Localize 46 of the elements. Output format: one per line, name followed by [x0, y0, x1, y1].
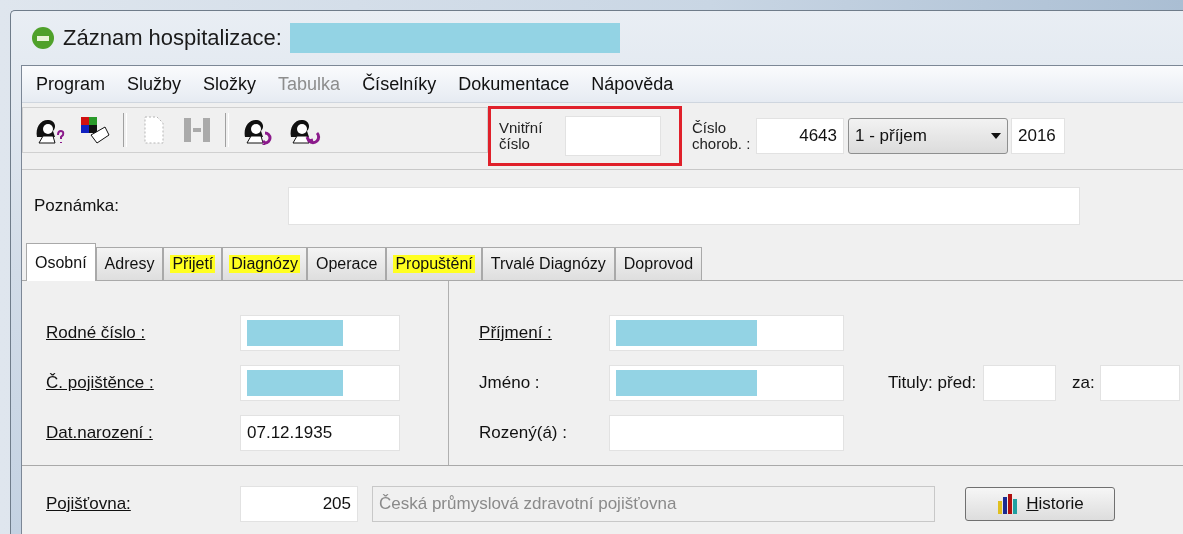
color-card-icon[interactable] — [79, 115, 111, 145]
field-label: Vnitřní číslo — [499, 120, 544, 152]
field-label: Rozený(á) : — [479, 423, 568, 443]
field-label: Dat.narození : — [46, 423, 154, 443]
tab[interactable]: Trvalé Diagnózy — [481, 247, 615, 280]
text-field[interactable]: 07.12.1935 — [240, 415, 400, 451]
text-field[interactable] — [240, 315, 400, 351]
menu-item[interactable]: Číselníky — [362, 73, 437, 95]
field-value: 07.12.1935 — [247, 423, 333, 443]
field-label: za: — [1072, 373, 1096, 393]
tab[interactable]: Diagnózy — [222, 247, 307, 280]
menu-item[interactable]: Složky — [203, 73, 257, 95]
text-field[interactable]: 2016 — [1011, 118, 1065, 154]
menu-item[interactable]: Nápověda — [591, 73, 674, 95]
history-button[interactable]: Historie — [965, 487, 1115, 521]
window-title: Záznam hospitalizace: — [63, 25, 282, 51]
field-label: Č. pojištěnce : — [46, 373, 155, 393]
tab[interactable]: Přijetí — [163, 247, 223, 280]
field-label: Rodné číslo : — [46, 323, 147, 343]
tab[interactable]: Doprovod — [614, 247, 703, 280]
tab[interactable]: Osobní — [26, 243, 96, 281]
text-field[interactable] — [565, 116, 661, 156]
note-field[interactable] — [288, 187, 1080, 225]
text-field[interactable] — [609, 315, 845, 351]
field-label: Poznámka: — [34, 196, 121, 216]
dropdown[interactable]: 1 - příjem — [848, 118, 1008, 154]
text-field[interactable] — [609, 415, 845, 451]
app-icon — [31, 26, 55, 50]
text-field[interactable] — [1100, 365, 1181, 401]
text-field[interactable]: 205 — [240, 486, 358, 522]
menu-item[interactable]: Služby — [127, 73, 182, 95]
text-field[interactable] — [240, 365, 400, 401]
menu-item[interactable]: Program — [36, 73, 106, 95]
text-field[interactable] — [983, 365, 1057, 401]
field-label: Tituly: před: — [888, 373, 978, 393]
field-label: Číslo chorob. : — [692, 120, 752, 152]
text-field[interactable] — [609, 365, 845, 401]
menu-item[interactable]: Dokumentace — [458, 73, 570, 95]
tab[interactable]: Operace — [307, 247, 387, 280]
field-label: Pojišťovna: — [46, 494, 132, 514]
tab[interactable]: Propuštění — [386, 247, 482, 280]
text-field[interactable]: 4643 — [756, 118, 844, 154]
field-label: Příjmení : — [479, 323, 553, 343]
caret-icon — [991, 133, 1001, 139]
field-label: Jméno : — [479, 373, 541, 393]
tab[interactable]: Adresy — [95, 247, 164, 280]
